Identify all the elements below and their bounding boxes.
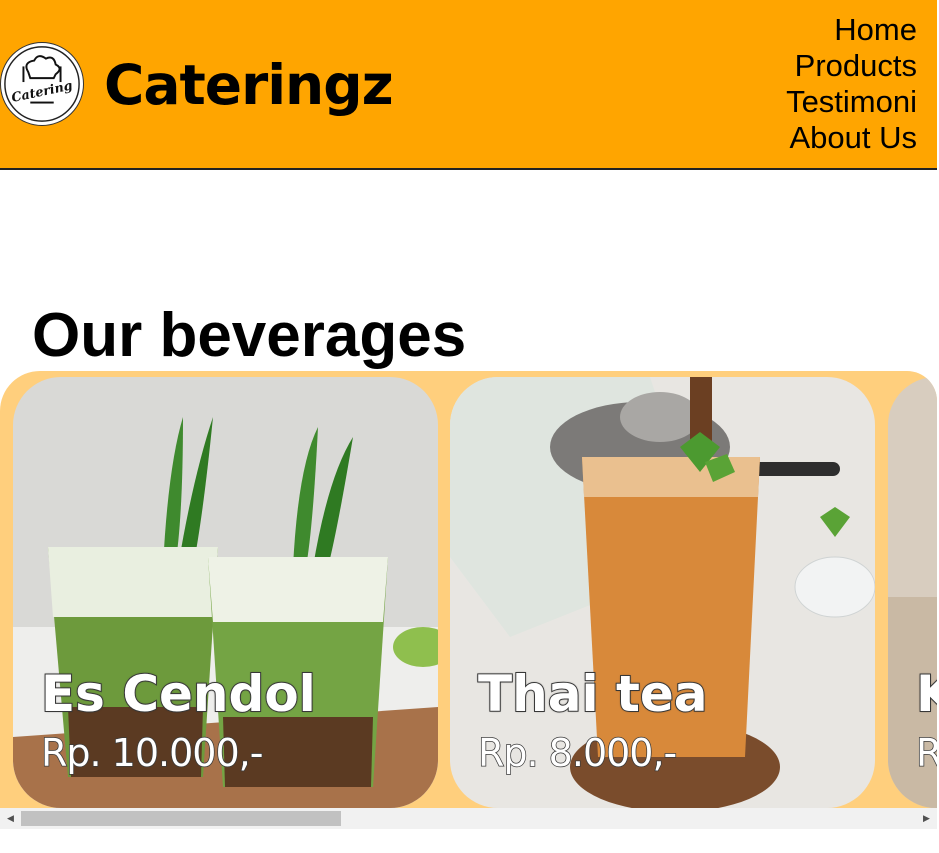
scroll-right-icon[interactable]: ▶ — [918, 808, 935, 829]
main-nav: Home Products Testimoni About Us — [786, 12, 917, 156]
product-name: K — [915, 664, 937, 724]
product-price: Rp. 10.000,- — [40, 730, 264, 776]
product-price: Rp. 8.000,- — [477, 730, 678, 776]
nav-testimoni-link[interactable]: Testimoni — [786, 84, 917, 120]
nav-home-link[interactable]: Home — [786, 12, 917, 48]
catering-logo[interactable]: Catering — [0, 42, 84, 126]
product-card[interactable]: K R — [888, 377, 937, 808]
nav-products-link[interactable]: Products — [786, 48, 917, 84]
section-title: Our beverages — [32, 301, 467, 370]
product-price: R — [915, 730, 937, 776]
product-carousel[interactable]: Es Cendol Rp. 10.000,- Thai tea Rp. 8.00… — [0, 371, 937, 808]
site-header: Catering Cateringz Home Products Testimo… — [0, 0, 937, 170]
product-name: Es Cendol — [40, 664, 317, 724]
product-card[interactable]: Thai tea Rp. 8.000,- — [450, 377, 875, 808]
horizontal-scrollbar[interactable]: ◀ ▶ — [0, 808, 937, 829]
brand-name: Cateringz — [104, 53, 394, 117]
chef-hat-icon: Catering — [4, 46, 80, 122]
nav-about-link[interactable]: About Us — [786, 120, 917, 156]
svg-text:Catering: Catering — [10, 77, 74, 105]
product-card[interactable]: Es Cendol Rp. 10.000,- — [13, 377, 438, 808]
product-name: Thai tea — [477, 664, 709, 724]
scroll-left-icon[interactable]: ◀ — [2, 808, 19, 829]
scrollbar-thumb[interactable] — [21, 811, 341, 826]
